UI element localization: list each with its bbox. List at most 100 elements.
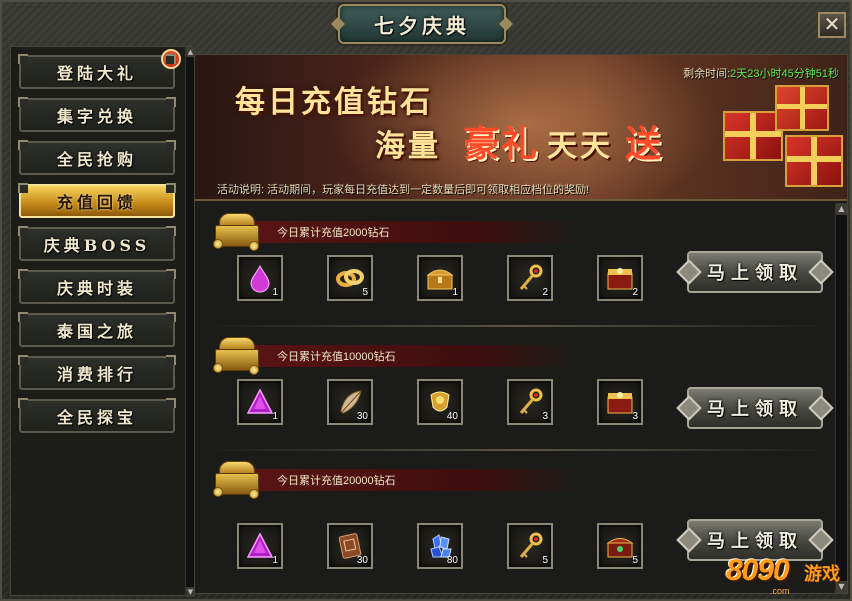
reward-slot[interactable]: 1 <box>417 255 463 301</box>
reward-slot[interactable]: 5 <box>597 523 643 569</box>
reward-tier: 今日累计充值2000钻石 1 5 1 2 2 马上领取 <box>205 205 831 329</box>
item-count: 40 <box>446 411 458 422</box>
sidebar-item-label: 消费排行 <box>56 365 137 384</box>
sidebar-item-word-exchange[interactable]: 集字兑换 <box>18 97 176 132</box>
sidebar-item-flash-sale[interactable]: 全民抢购 <box>18 140 176 175</box>
main-scrollbar[interactable]: ▲ ▼ <box>835 203 847 593</box>
reward-tier: 今日累计充值10000钻石 1 30 40 3 3 马上领取 <box>205 329 831 453</box>
item-count: 1 <box>452 287 458 298</box>
item-count: 1 <box>272 287 278 298</box>
sidebar-item-label: 集字兑换 <box>56 107 137 126</box>
claim-button[interactable]: 马上领取 <box>687 387 823 429</box>
close-icon: ✕ <box>823 12 841 36</box>
gold-rings-icon <box>336 269 364 287</box>
tier-title: 今日累计充值20000钻石 <box>277 475 396 487</box>
reward-slot[interactable]: 80 <box>417 523 463 569</box>
sidebar-item-treasure-hunt[interactable]: 全民探宝 <box>18 398 176 433</box>
item-count: 30 <box>356 555 368 566</box>
banner-headline: 每日充值钻石 <box>235 85 433 120</box>
tier-header: 今日累计充值2000钻石 <box>245 221 575 243</box>
gold-key-icon <box>519 532 543 558</box>
reward-slot[interactable]: 3 <box>507 379 553 425</box>
claim-button-label: 马上领取 <box>707 263 803 284</box>
site-watermark-logo: 8090 游戏 .com <box>726 550 852 600</box>
sidebar-item-boss[interactable]: 庆典BOSS <box>18 226 176 261</box>
reward-slot[interactable]: 2 <box>597 255 643 301</box>
alert-badge-icon: ! <box>161 49 181 69</box>
sidebar-item-label: 泰国之旅 <box>56 322 137 341</box>
reward-slot[interactable]: 30 <box>327 523 373 569</box>
sidebar-item-label: 全民抢购 <box>56 150 137 169</box>
window-title: 七夕庆典 <box>374 13 470 38</box>
reward-slot[interactable]: 1 <box>237 523 283 569</box>
banner-subheadline-a: 海量 <box>375 129 441 164</box>
event-window: 七夕庆典 ✕ 登陆大礼 ! 集字兑换 全民抢购 充值回馈 庆典BOSS 庆典时装… <box>0 0 852 601</box>
sidebar-item-thailand-trip[interactable]: 泰国之旅 <box>18 312 176 347</box>
item-count: 2 <box>542 287 548 298</box>
reward-slot[interactable]: 2 <box>507 255 553 301</box>
sidebar-item-label: 庆典BOSS <box>43 236 151 255</box>
gold-chest-icon <box>426 269 454 290</box>
sidebar-item-spending-rank[interactable]: 消费排行 <box>18 355 176 390</box>
countdown: 剩余时间:2天23小时45分钟51秒 <box>683 65 839 81</box>
gold-chest-icon <box>213 211 261 251</box>
reward-slot[interactable]: 5 <box>507 523 553 569</box>
banner-subheadline-d: 送 <box>625 123 662 165</box>
reward-slot[interactable]: 3 <box>597 379 643 425</box>
reward-slot[interactable]: 1 <box>237 255 283 301</box>
tier-divider <box>205 325 831 327</box>
gift-box-icon <box>723 111 783 161</box>
event-banner: 每日充值钻石 海量 豪礼 天天 送 剩余时间:2天23小时45分钟51秒 活动说… <box>195 55 847 201</box>
sidebar-item-label: 登陆大礼 <box>56 64 137 83</box>
close-button[interactable]: ✕ <box>818 12 846 38</box>
tier-header: 今日累计充值20000钻石 <box>245 469 575 491</box>
window-title-plate: 七夕庆典 <box>338 4 506 44</box>
item-count: 1 <box>272 555 278 566</box>
gift-box-icon <box>775 85 829 131</box>
sidebar: 登陆大礼 ! 集字兑换 全民抢购 充值回馈 庆典BOSS 庆典时装 泰国之旅 消… <box>10 46 195 597</box>
watermark-url: .com <box>770 586 790 596</box>
tier-title: 今日累计充值2000钻石 <box>277 227 390 239</box>
gift-box-icon <box>785 135 843 187</box>
item-count: 3 <box>542 411 548 422</box>
purple-drop-icon <box>250 264 270 293</box>
event-description: 活动说明: 活动期间，玩家每日充值达到一定数量后即可领取相应档位的奖励! <box>217 184 590 196</box>
countdown-value: 2天23小时45分钟51秒 <box>730 68 839 80</box>
item-count: 5 <box>632 555 638 566</box>
banner-subheadline-c: 天天 <box>547 129 613 164</box>
sidebar-item-label: 庆典时装 <box>56 279 137 298</box>
sidebar-item-fashion[interactable]: 庆典时装 <box>18 269 176 304</box>
watermark-text: 游戏 <box>804 564 840 585</box>
sidebar-scrollbar[interactable]: ▲ ▼ <box>185 47 195 597</box>
tier-header: 今日累计充值10000钻石 <box>245 345 575 367</box>
item-count: 5 <box>362 287 368 298</box>
item-count: 30 <box>356 411 368 422</box>
item-count: 5 <box>542 555 548 566</box>
watermark-number: 8090 <box>726 554 790 587</box>
claim-button[interactable]: 马上领取 <box>687 251 823 293</box>
reward-slot[interactable]: 5 <box>327 255 373 301</box>
item-count: 3 <box>632 411 638 422</box>
claim-button-label: 马上领取 <box>707 399 803 420</box>
sidebar-item-recharge-reward[interactable]: 充值回馈 <box>18 183 176 218</box>
scroll-up-icon[interactable]: ▲ <box>836 203 847 215</box>
treasure-box-icon <box>607 392 633 414</box>
gold-key-icon <box>519 388 543 414</box>
reward-slot[interactable]: 40 <box>417 379 463 425</box>
treasure-box-icon <box>607 268 633 290</box>
purple-crystal-icon <box>246 388 274 414</box>
tier-title: 今日累计充值10000钻石 <box>277 351 396 363</box>
sidebar-item-label: 全民探宝 <box>56 408 137 427</box>
jade-chest-icon <box>606 538 634 558</box>
countdown-label: 剩余时间: <box>683 68 731 80</box>
tier-divider <box>205 449 831 451</box>
gold-chest-icon <box>213 335 261 375</box>
sidebar-item-login-gift[interactable]: 登陆大礼 ! <box>18 49 181 89</box>
sidebar-item-label: 充值回馈 <box>56 193 137 212</box>
banner-subheadline-b: 豪礼 <box>463 123 540 165</box>
gold-key-icon <box>519 264 543 290</box>
reward-slot[interactable]: 1 <box>237 379 283 425</box>
gold-chest-icon <box>213 459 261 499</box>
reward-slot[interactable]: 30 <box>327 379 373 425</box>
item-count: 80 <box>446 555 458 566</box>
